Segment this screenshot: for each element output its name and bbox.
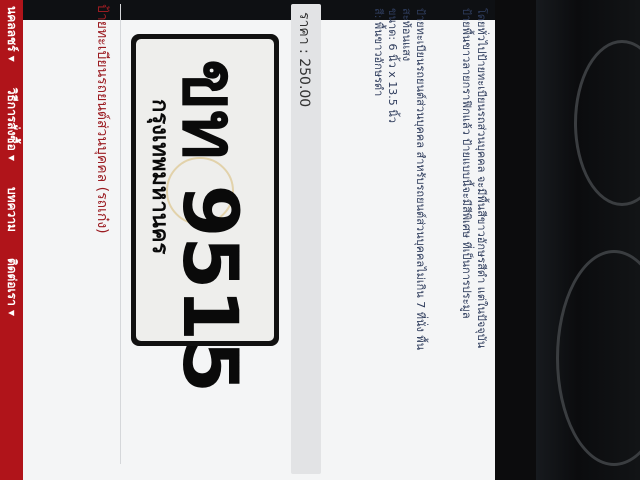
browser-page: นคลลชร์ ▾ วิธีการสั่งซื้อ ▾ บทความ ติดต่… [0, 0, 495, 480]
description-line: โดยทั่วไปป้ายทะเบียนรถส่วนบุคคล จะมีพื้น… [475, 8, 488, 349]
spec-line: สี: พื้นขาวอักษรดำ [372, 8, 385, 97]
price-bar: ราคา : 250.00 [291, 4, 321, 474]
spec-line: สะท้อนแสง [400, 8, 413, 62]
product-title: ป้ายทะเบียนรถยนต์ส่วนบุคคล (รถเก๋ง) [94, 4, 110, 234]
plate-province: กรุงเทพมหานคร [147, 99, 172, 255]
divider [120, 4, 121, 464]
description-line: ป้ายพื้นขาวลายกราฟิกแล้ว ป้ายแบบนี้จะมีส… [460, 8, 473, 319]
spec-list: ป้ายทะเบียนรถยนต์ส่วนบุคคล สำหรับรถยนต์ส… [331, 8, 427, 478]
description: โดยทั่วไปป้ายทะเบียนรถส่วนบุคคล จะมีพื้น… [459, 8, 489, 478]
nav-item-how-to-order[interactable]: วิธีการสั่งซื้อ ▾ [2, 88, 21, 161]
cable [556, 250, 640, 466]
spec-line: ขนาด: 6 นิ้ว x 13.5 นิ้ว [386, 8, 399, 123]
photo-of-monitor: นคลลชร์ ▾ วิธีการสั่งซื้อ ▾ บทความ ติดต่… [0, 0, 640, 480]
license-plate: ขท 9515 กรุงเทพมหานคร [136, 39, 274, 392]
cable [574, 40, 640, 206]
nav-item-contact[interactable]: ติดต่อเรา ▾ [2, 258, 21, 316]
desk-background [536, 0, 640, 480]
nav-item[interactable]: นคลลชร์ ▾ [2, 6, 21, 62]
product-image[interactable]: ขท 9515 กรุงเทพมหานคร [131, 34, 279, 392]
main-nav: นคลลชร์ ▾ วิธีการสั่งซื้อ ▾ บทความ ติดต่… [0, 0, 23, 480]
price: ราคา : 250.00 [296, 12, 312, 108]
spec-line: ป้ายทะเบียนรถยนต์ส่วนบุคคล สำหรับรถยนต์ส… [414, 8, 427, 351]
nav-item-articles[interactable]: บทความ [2, 187, 21, 232]
